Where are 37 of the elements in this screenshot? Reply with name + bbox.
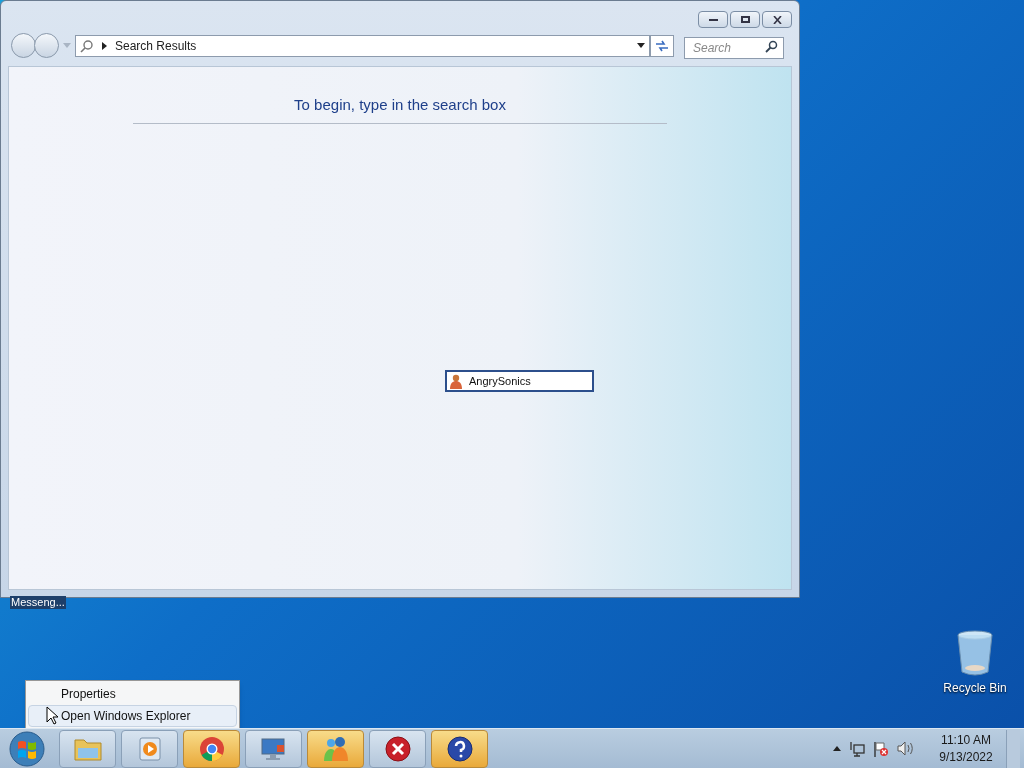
recycle-bin-icon[interactable] <box>956 630 994 676</box>
network-icon[interactable] <box>849 740 865 757</box>
refresh-button[interactable] <box>650 34 674 57</box>
desktop-icon-label[interactable]: Recycle Bin <box>943 679 1007 697</box>
tooltip: Messeng... <box>10 596 66 609</box>
address-text: Search Results <box>115 37 198 55</box>
menu-item[interactable]: Open Windows Explorer <box>28 705 237 727</box>
menu-item[interactable]: Properties <box>28 683 237 705</box>
clock[interactable]: 11:10 AM 9/13/2022 <box>934 731 998 766</box>
address-bar[interactable]: Search Results <box>75 34 650 57</box>
speaker-icon[interactable] <box>897 741 914 756</box>
breadcrumb-arrow-icon <box>102 41 107 50</box>
close-icon <box>772 15 782 24</box>
taskbar-button[interactable] <box>431 729 488 768</box>
mouse-pointer-icon <box>46 706 58 725</box>
maximize-button[interactable] <box>730 11 760 28</box>
error-icon <box>383 734 412 763</box>
help-icon <box>445 734 474 763</box>
dropdown-arrow-icon <box>637 43 645 48</box>
flag-icon[interactable] <box>873 740 889 757</box>
taskbar-button[interactable] <box>369 729 426 768</box>
taskbar-button[interactable] <box>183 729 240 768</box>
user-icon <box>449 373 463 389</box>
taskbar-button[interactable] <box>245 729 302 768</box>
floating-item[interactable]: AngrySonics <box>445 370 594 392</box>
search-field[interactable]: Search <box>684 36 784 59</box>
windows-logo-icon <box>9 730 45 767</box>
search-icon <box>80 38 94 53</box>
close-button[interactable] <box>762 11 792 28</box>
search-prompt-heading: To begin, type in the search box <box>294 95 506 115</box>
show-hidden-icons-icon[interactable] <box>833 746 841 751</box>
refresh-icon <box>655 39 669 52</box>
taskbar-button[interactable] <box>307 729 364 768</box>
search-icon <box>765 39 778 53</box>
browser-icon <box>197 734 226 763</box>
dropdown-arrow-icon <box>63 43 71 48</box>
minimize-button[interactable] <box>698 11 728 28</box>
